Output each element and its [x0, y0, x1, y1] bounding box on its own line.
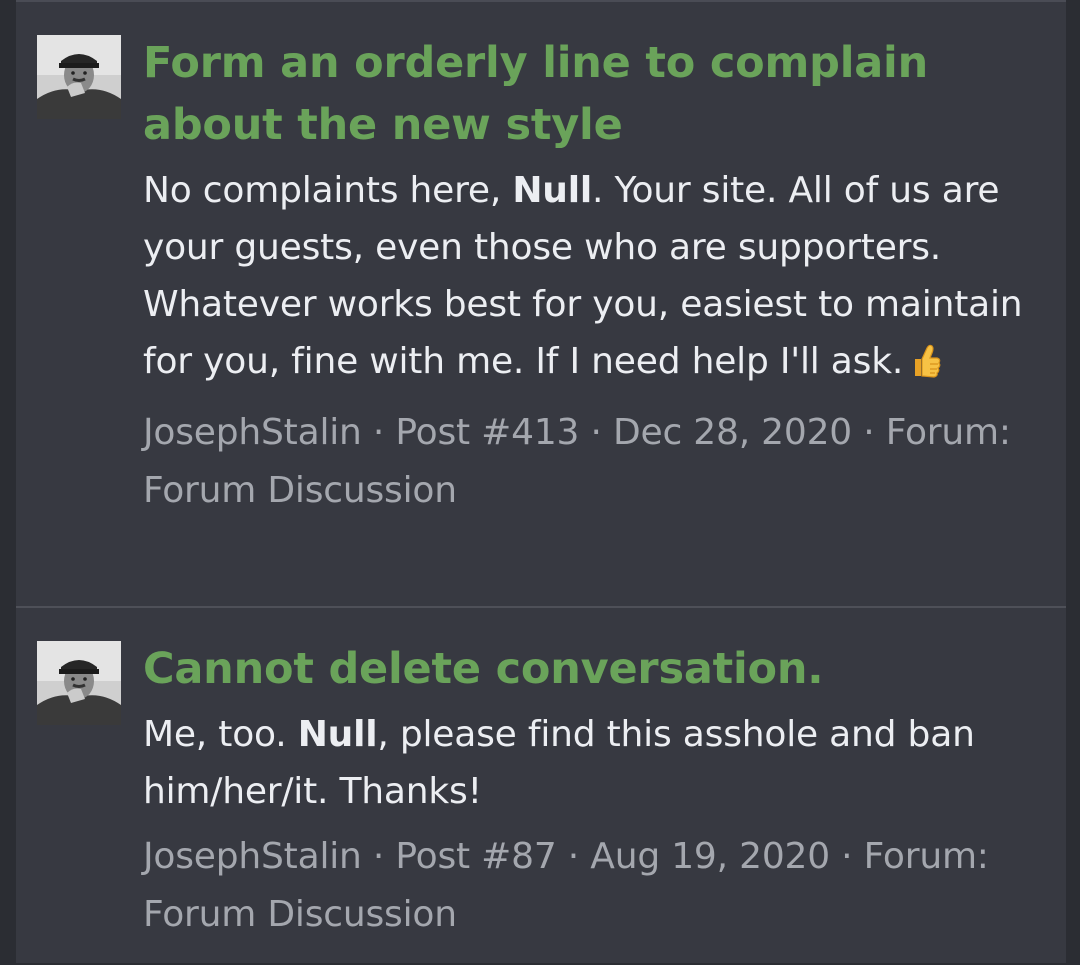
forum-label: Forum:: [885, 412, 1011, 453]
snippet-text: No complaints here,: [143, 170, 513, 211]
meta-separator: ·: [556, 836, 591, 877]
search-result-item: Form an orderly line to complain about t…: [16, 2, 1066, 608]
post-number: Post #87: [395, 836, 557, 877]
post-number: Post #413: [395, 412, 580, 453]
author-link[interactable]: JosephStalin: [143, 412, 362, 453]
thumbs-up-icon: [911, 339, 941, 396]
result-title-link[interactable]: Form an orderly line to complain about t…: [143, 32, 1038, 156]
search-results-list: Form an orderly line to complain about t…: [16, 0, 1066, 963]
meta-separator: ·: [361, 836, 396, 877]
forum-link[interactable]: Forum Discussion: [143, 894, 457, 935]
meta-separator: ·: [829, 836, 864, 877]
meta-separator: ·: [579, 412, 613, 453]
user-avatar-image: [37, 35, 121, 119]
avatar[interactable]: [37, 35, 121, 119]
avatar[interactable]: [37, 641, 121, 725]
result-meta: JosephStalin · Post #413 · Dec 28, 2020 …: [143, 404, 1038, 520]
meta-separator: ·: [361, 412, 396, 453]
post-date: Aug 19, 2020: [590, 836, 830, 877]
user-avatar-image: [37, 641, 121, 725]
result-meta: JosephStalin · Post #87 · Aug 19, 2020 ·…: [143, 828, 1038, 944]
meta-separator: ·: [852, 412, 886, 453]
result-snippet: No complaints here, Null. Your site. All…: [143, 162, 1038, 396]
snippet-text: Me, too.: [143, 714, 298, 755]
author-link[interactable]: JosephStalin: [143, 836, 362, 877]
result-title-link[interactable]: Cannot delete conversation.: [143, 638, 1038, 700]
forum-link[interactable]: Forum Discussion: [143, 470, 457, 511]
result-snippet: Me, too. Null, please find this asshole …: [143, 706, 1038, 820]
snippet-highlight: Null: [297, 714, 378, 755]
snippet-highlight: Null: [512, 170, 592, 211]
forum-label: Forum:: [863, 836, 989, 877]
search-result-item: Cannot delete conversation. Me, too. Nul…: [16, 608, 1066, 965]
post-date: Dec 28, 2020: [612, 412, 853, 453]
